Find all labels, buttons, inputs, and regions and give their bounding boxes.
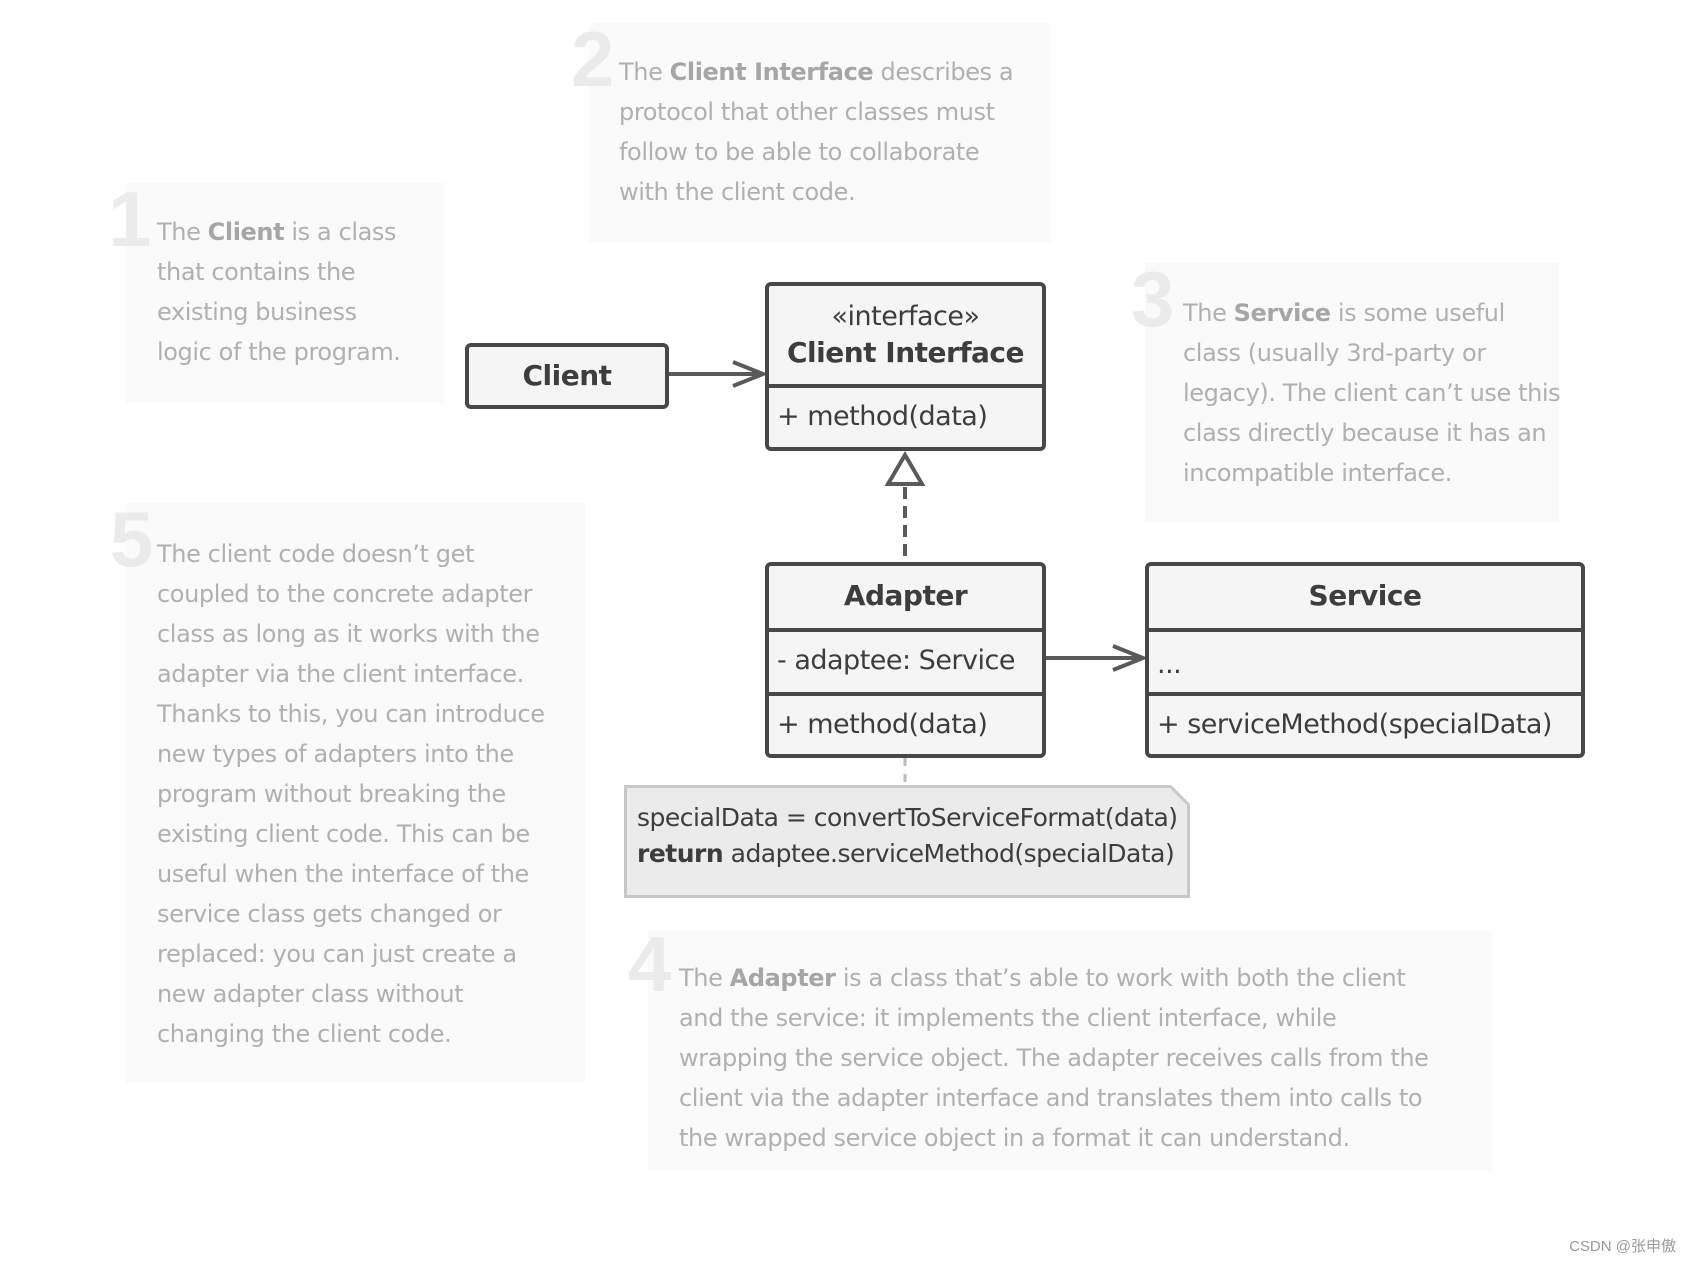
note-number-4: 4 <box>628 920 671 1008</box>
note-3-text: The Service is some useful class (usuall… <box>1183 299 1561 487</box>
code-line-1: specialData = convertToServiceFormat(dat… <box>637 803 1178 832</box>
field-item: - adaptee: Service <box>777 645 1015 676</box>
adapter-to-service-arrow <box>1045 644 1149 672</box>
note-5-text: The client code doesn’t get coupled to t… <box>157 540 545 1048</box>
class-adapter[interactable]: Adapter - adaptee: Service + method(data… <box>765 562 1046 758</box>
code-line-2: return adaptee.serviceMethod(specialData… <box>637 839 1175 868</box>
class-adapter-name: Adapter <box>843 579 968 612</box>
code-note: specialData = convertToServiceFormat(dat… <box>624 785 1190 898</box>
class-service-fields: ... <box>1149 628 1581 692</box>
note-1-text: The Client is a class that contains the … <box>157 218 401 366</box>
note-4-text: The Adapter is a class that’s able to wo… <box>679 964 1429 1152</box>
class-client[interactable]: Client <box>465 343 669 409</box>
class-client-interface[interactable]: «interface» Client Interface + method(da… <box>765 282 1046 451</box>
note-3-keyword: Service <box>1233 299 1331 327</box>
note-4-keyword: Adapter <box>729 964 836 992</box>
note-number-2: 2 <box>571 15 614 103</box>
class-service[interactable]: Service ... + serviceMethod(specialData) <box>1145 562 1585 758</box>
class-client-interface-header: «interface» Client Interface <box>769 286 1042 384</box>
client-to-interface-arrow <box>667 360 769 388</box>
code-return-keyword: return <box>637 839 724 868</box>
method-item: + method(data) <box>777 709 988 740</box>
watermark: CSDN @张申傲 <box>1569 1238 1676 1255</box>
note-number-1: 1 <box>108 175 151 263</box>
note-2-text: The Client Interface describes a protoco… <box>619 58 1014 206</box>
method-item: + method(data) <box>777 401 988 432</box>
note-number-3: 3 <box>1131 255 1174 343</box>
note-2-keyword: Client Interface <box>669 58 874 86</box>
realization-arrow <box>884 451 926 562</box>
class-client-name: Client <box>522 359 612 392</box>
note-1-keyword: Client <box>207 218 285 246</box>
note-number-5: 5 <box>110 495 153 583</box>
class-adapter-fields: - adaptee: Service <box>769 628 1042 692</box>
field-item: ... <box>1157 649 1182 680</box>
class-adapter-methods: + method(data) <box>769 692 1042 754</box>
class-client-interface-name: Client Interface <box>787 336 1025 369</box>
class-service-methods: + serviceMethod(specialData) <box>1149 692 1581 754</box>
class-client-interface-stereotype: «interface» <box>831 301 980 332</box>
class-client-interface-methods: + method(data) <box>769 384 1042 447</box>
class-service-name: Service <box>1308 579 1422 612</box>
method-item: + serviceMethod(specialData) <box>1157 709 1552 740</box>
